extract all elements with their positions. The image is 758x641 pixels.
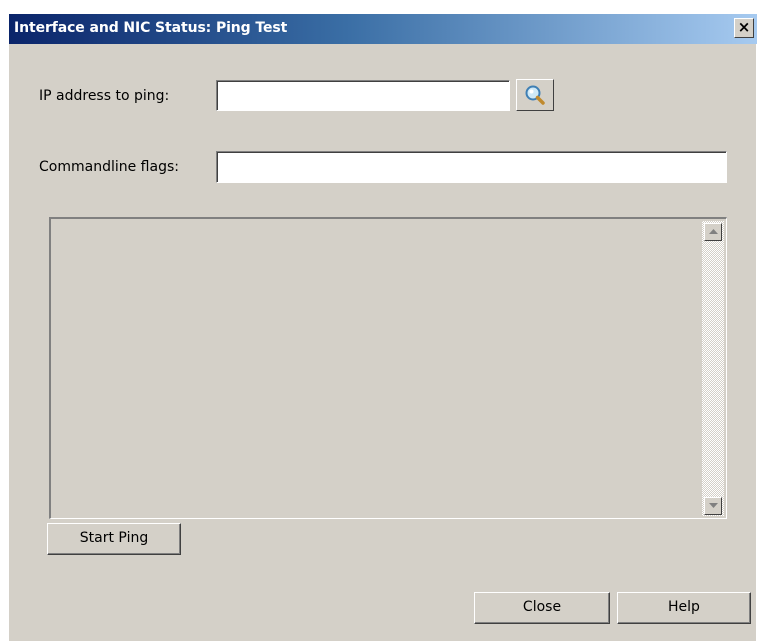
ip-lookup-button[interactable] [516, 79, 554, 111]
commandline-flags-label: Commandline flags: [39, 159, 179, 175]
arrow-down-icon [709, 503, 718, 508]
scroll-up-button[interactable] [704, 223, 722, 241]
commandline-flags-input[interactable] [216, 151, 727, 183]
title-bar[interactable]: Interface and NIC Status: Ping Test × [9, 14, 757, 44]
start-ping-button[interactable]: Start Ping [47, 523, 181, 555]
ping-test-dialog: Interface and NIC Status: Ping Test × IP… [8, 14, 757, 641]
close-button[interactable]: Close [474, 592, 610, 624]
output-vertical-scrollbar[interactable] [702, 221, 724, 516]
magnifier-icon [525, 85, 545, 105]
window-title: Interface and NIC Status: Ping Test [14, 20, 288, 36]
scroll-down-button[interactable] [704, 497, 722, 515]
arrow-up-icon [709, 229, 718, 234]
ip-address-label: IP address to ping: [39, 88, 170, 104]
ping-output-textarea[interactable] [49, 217, 727, 519]
ip-address-input[interactable] [216, 80, 510, 111]
close-window-button[interactable]: × [734, 18, 754, 38]
close-icon: × [737, 18, 751, 36]
help-button[interactable]: Help [617, 592, 751, 624]
